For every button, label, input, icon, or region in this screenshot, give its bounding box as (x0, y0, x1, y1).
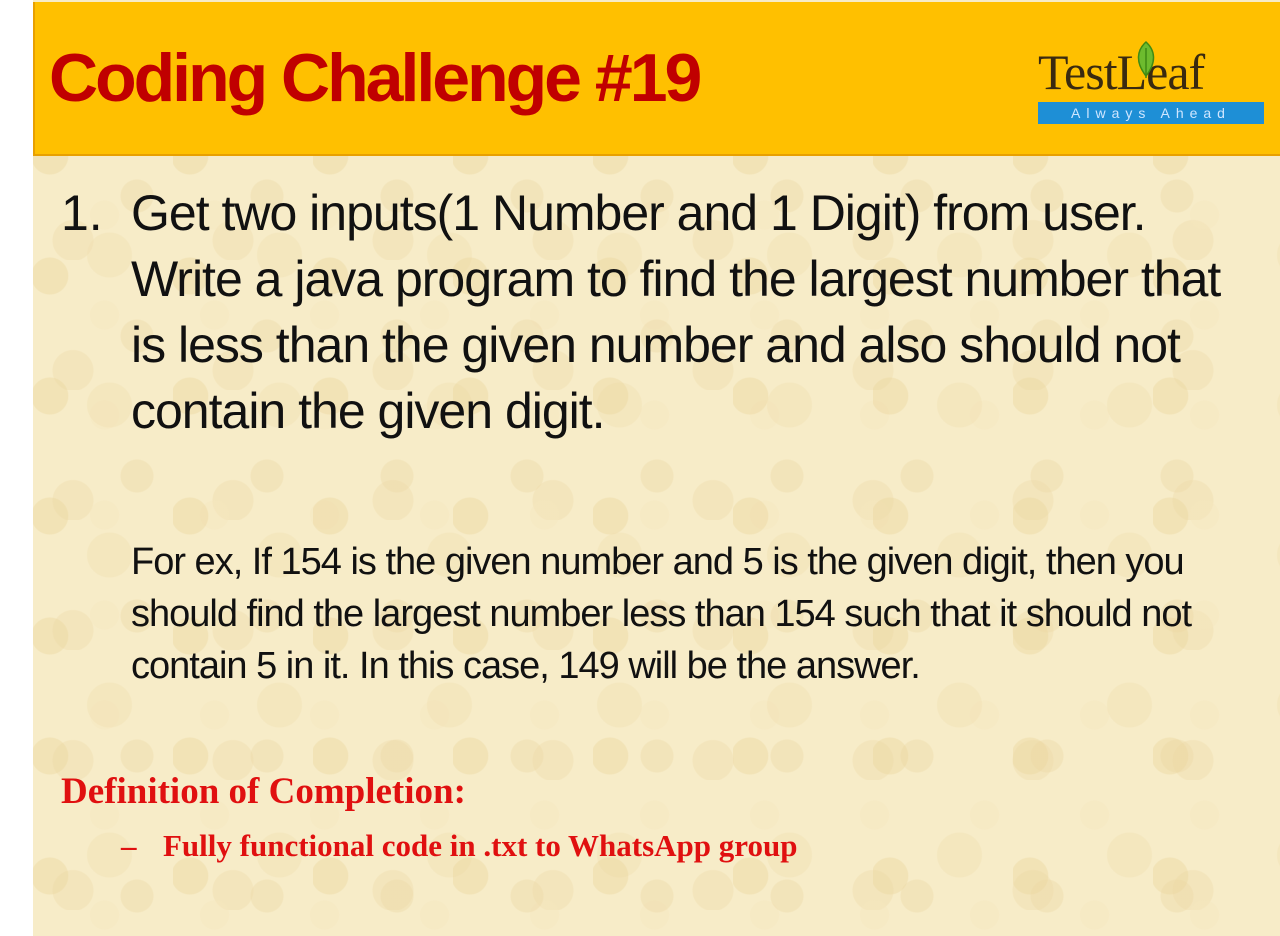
leaf-icon (1137, 40, 1155, 78)
question-number: 1. (61, 185, 103, 241)
logo-tagline: Always Ahead (1038, 102, 1264, 124)
header-band: Coding Challenge #19 TestLeaf Always Ahe… (33, 2, 1280, 156)
slide: Coding Challenge #19 TestLeaf Always Ahe… (33, 0, 1280, 936)
logo-wordmark: TestLeaf (1038, 44, 1205, 100)
definition-heading: Definition of Completion: (61, 771, 466, 812)
dash-bullet: – (121, 828, 137, 863)
testleaf-logo: TestLeaf Always Ahead (1036, 40, 1264, 128)
example-text: For ex, If 154 is the given number and 5… (131, 541, 1192, 687)
question-text: Get two inputs(1 Number and 1 Digit) fro… (131, 185, 1221, 439)
definition-item-text: Fully functional code in .txt to WhatsAp… (163, 828, 798, 863)
page-title: Coding Challenge #19 (49, 40, 702, 116)
definition-item: – Fully functional code in .txt to WhatsA… (121, 824, 797, 868)
